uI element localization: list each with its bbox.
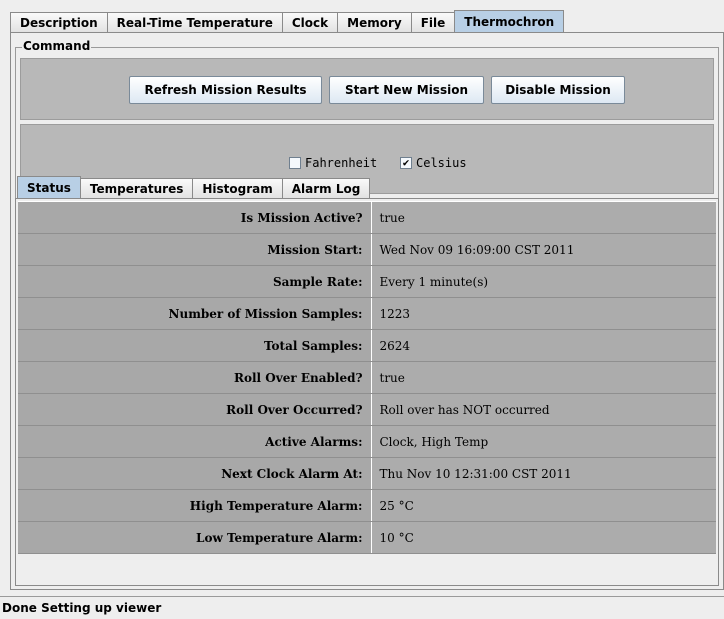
tab-file[interactable]: File [410,12,456,32]
tab-histogram[interactable]: Histogram [192,178,283,198]
fahrenheit-label: Fahrenheit [305,156,378,170]
command-button-panel: Refresh Mission Results Start New Missio… [20,58,714,120]
row-label: Low Temperature Alarm: [18,521,372,554]
table-row: Roll Over Enabled? true [18,361,716,394]
table-row: High Temperature Alarm: 25 °C [18,489,716,522]
table-row: Sample Rate: Every 1 minute(s) [18,265,716,298]
row-label: Is Mission Active? [18,201,372,234]
row-value: Thu Nov 10 12:31:00 CST 2011 [371,457,716,490]
row-label: Roll Over Enabled? [18,361,372,394]
disable-mission-button[interactable]: Disable Mission [491,76,625,104]
row-value: true [371,361,716,394]
status-bar: Done Setting up viewer [0,596,724,618]
top-tab-strip: Description Real-Time Temperature Clock … [10,10,565,32]
row-value: Every 1 minute(s) [371,265,716,298]
tab-real-time-temperature[interactable]: Real-Time Temperature [106,12,283,32]
row-value: Clock, High Temp [371,425,716,458]
row-value: 1223 [371,297,716,330]
fahrenheit-checkbox-box[interactable] [289,157,301,169]
tab-status[interactable]: Status [17,176,81,198]
row-value: 25 °C [371,489,716,522]
table-row: Roll Over Occurred? Roll over has NOT oc… [18,393,716,426]
refresh-mission-results-button[interactable]: Refresh Mission Results [129,76,322,104]
check-mark-icon[interactable]: ✔ [400,157,412,169]
start-new-mission-button[interactable]: Start New Mission [329,76,484,104]
row-label: High Temperature Alarm: [18,489,372,522]
table-row: Low Temperature Alarm: 10 °C [18,521,716,554]
thermochron-panel: Command Refresh Mission Results Start Ne… [10,32,724,590]
table-row: Total Samples: 2624 [18,329,716,362]
row-value: Roll over has NOT occurred [371,393,716,426]
tab-memory[interactable]: Memory [337,12,412,32]
row-value: 2624 [371,329,716,362]
row-label: Active Alarms: [18,425,372,458]
command-group-title: Command [22,39,92,53]
row-label: Next Clock Alarm At: [18,457,372,490]
table-row: Mission Start: Wed Nov 09 16:09:00 CST 2… [18,233,716,266]
row-label: Roll Over Occurred? [18,393,372,426]
row-label: Sample Rate: [18,265,372,298]
celsius-label: Celsius [416,156,467,170]
table-row: Active Alarms: Clock, High Temp [18,425,716,458]
tab-thermochron[interactable]: Thermochron [454,10,565,32]
tab-description[interactable]: Description [10,12,108,32]
row-label: Mission Start: [18,233,372,266]
tab-temperatures[interactable]: Temperatures [79,178,194,198]
row-value: Wed Nov 09 16:09:00 CST 2011 [371,233,716,266]
celsius-checkbox[interactable]: ✔ Celsius [400,156,467,170]
inner-tab-strip: Status Temperatures Histogram Alarm Log [17,176,371,198]
row-value: 10 °C [371,521,716,554]
fahrenheit-checkbox[interactable]: Fahrenheit [289,156,377,170]
tab-alarm-log[interactable]: Alarm Log [281,178,371,198]
row-label: Total Samples: [18,329,372,362]
table-row: Next Clock Alarm At: Thu Nov 10 12:31:00… [18,457,716,490]
table-row: Is Mission Active? true [18,201,716,234]
tab-clock[interactable]: Clock [281,12,339,32]
table-row: Number of Mission Samples: 1223 [18,297,716,330]
row-label: Number of Mission Samples: [18,297,372,330]
row-value: true [371,201,716,234]
status-panel: Is Mission Active? true Mission Start: W… [15,198,719,586]
status-table: Is Mission Active? true Mission Start: W… [18,201,716,554]
